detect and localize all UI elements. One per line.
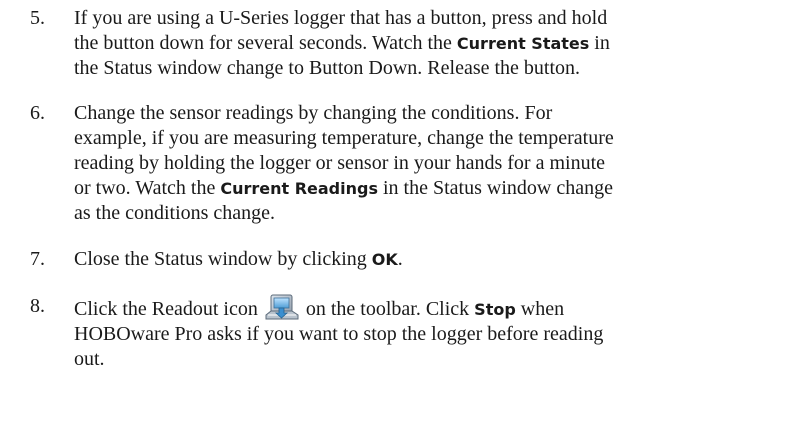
step-line: Change the sensor readings by changing t… bbox=[74, 102, 553, 124]
step-line: or two. Watch the Current Readings in th… bbox=[74, 176, 779, 201]
current-states-label: Current States bbox=[456, 34, 590, 53]
step-number: 7. bbox=[30, 248, 45, 270]
readout-icon bbox=[265, 294, 299, 321]
ok-label: OK bbox=[371, 250, 398, 269]
step-line: HOBOware Pro asks if you want to stop th… bbox=[74, 323, 604, 345]
step-line: Click the Readout icon on the toolbar. C… bbox=[74, 294, 779, 322]
line-text: or two. Watch the bbox=[74, 177, 221, 199]
line-text: in bbox=[589, 32, 610, 54]
current-readings-label: Current Readings bbox=[220, 179, 378, 198]
step-text: Click the Readout icon on the toolbar. C… bbox=[74, 294, 779, 372]
line-text: on the toolbar. Click bbox=[300, 298, 475, 320]
step-text: If you are using a U-Series logger that … bbox=[74, 6, 779, 81]
step-text: Change the sensor readings by changing t… bbox=[74, 101, 779, 226]
line-text: when bbox=[515, 298, 565, 320]
step-line: reading by holding the logger or sensor … bbox=[74, 152, 605, 174]
step-number: 5. bbox=[30, 7, 45, 29]
step-line: the button down for several seconds. Wat… bbox=[74, 31, 779, 56]
stop-label: Stop bbox=[474, 300, 516, 319]
step-line: the Status window change to Button Down.… bbox=[74, 57, 581, 79]
line-text: Close the Status window by clicking bbox=[74, 248, 372, 270]
step-line: example, if you are measuring temperatur… bbox=[74, 127, 614, 149]
step-line: If you are using a U-Series logger that … bbox=[74, 7, 608, 29]
step-line: out. bbox=[74, 348, 105, 370]
line-text: . bbox=[397, 248, 403, 270]
step-line: as the conditions change. bbox=[74, 202, 276, 224]
step-line: Close the Status window by clicking OK. bbox=[74, 247, 779, 272]
step-text: Close the Status window by clicking OK. bbox=[74, 247, 779, 272]
step-number: 8. bbox=[30, 295, 45, 317]
line-text: in the Status window change bbox=[377, 177, 613, 199]
line-text: the button down for several seconds. Wat… bbox=[74, 32, 457, 54]
step-number: 6. bbox=[30, 102, 45, 124]
line-text: Click the Readout icon bbox=[74, 298, 263, 320]
